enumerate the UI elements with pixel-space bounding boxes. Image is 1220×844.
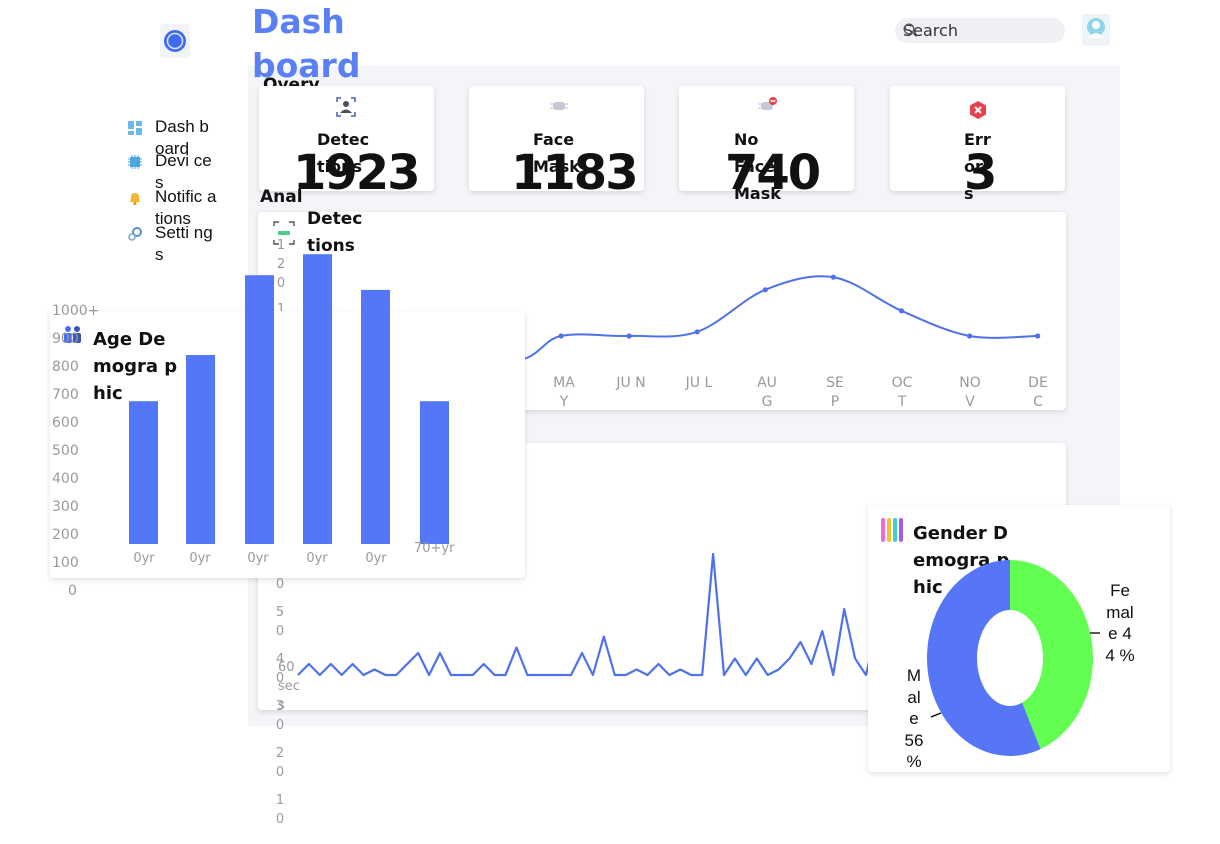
male-label: M al e 56 % bbox=[904, 666, 924, 771]
gender-donut-chart bbox=[927, 560, 1100, 756]
female-label: Fe mal e 44 % bbox=[1105, 581, 1135, 665]
male-leader-line bbox=[930, 712, 942, 718]
